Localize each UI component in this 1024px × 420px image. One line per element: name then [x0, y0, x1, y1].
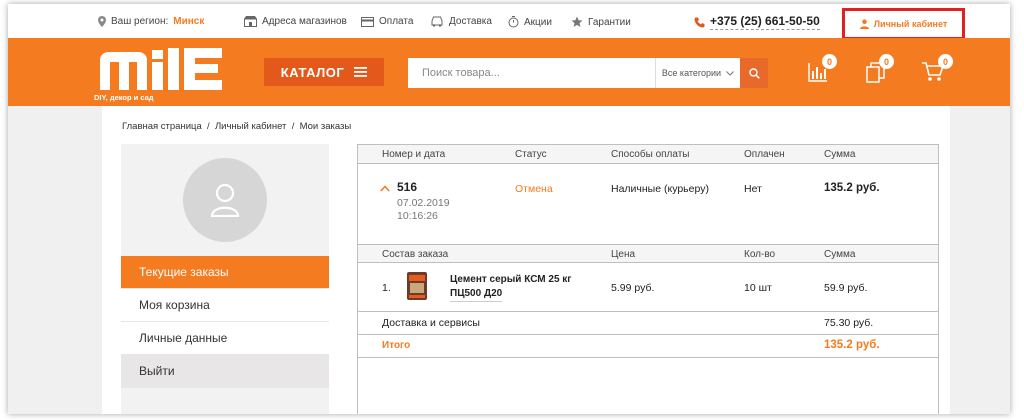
items-table-header: Состав заказа Цена Кол-во Сумма	[358, 244, 938, 263]
breadcrumb[interactable]: Главная страница / Личный кабинет / Мои …	[122, 121, 351, 132]
menu-item-personal-data[interactable]: Личные данные	[121, 322, 329, 355]
status-badge: Отмена	[515, 183, 553, 195]
user-silhouette-icon	[210, 183, 240, 217]
product-name-line2: ПЦ500 Д20	[450, 287, 503, 302]
account-link[interactable]: Личный кабинет	[842, 8, 965, 40]
search-bar: Все категории	[408, 58, 768, 88]
category-select-value: Все категории	[661, 68, 722, 78]
col-status: Статус	[515, 149, 547, 160]
favorites-button[interactable]: 0	[866, 54, 894, 88]
col-paid: Оплачен	[744, 149, 785, 160]
phone-number: +375 (25) 661-50-50	[710, 14, 820, 30]
order-toggle[interactable]	[380, 183, 390, 195]
order-number: 516	[397, 180, 418, 194]
user-icon	[859, 19, 869, 29]
search-icon	[748, 67, 760, 79]
col-number-date: Номер и дата	[382, 149, 446, 160]
product-link[interactable]: Цемент серый КСМ 25 кг ПЦ500 Д20	[450, 273, 571, 302]
page-frame: Ваш регион: Минск Адреса магазинов Оплат…	[8, 4, 1010, 414]
catalog-button-label: КАТАЛОГ	[280, 64, 345, 80]
chevron-up-icon	[380, 185, 390, 192]
payment-link[interactable]: Оплата	[361, 16, 413, 27]
account-menu: Текущие заказы Моя корзина Личные данные…	[121, 256, 329, 388]
order-sum: 135.2 руб.	[824, 182, 880, 194]
delivery-label: Доставка и сервисы	[382, 317, 480, 329]
table-row: 1. Цемент серый КСМ 25 кг ПЦ500 Д20 5.99…	[358, 264, 938, 311]
item-sum: 59.9 руб.	[824, 282, 868, 294]
phone-icon	[694, 17, 705, 27]
chevron-down-icon	[726, 70, 734, 76]
col-qty: Кол-во	[744, 249, 776, 260]
region-selector[interactable]: Ваш регион: Минск	[98, 16, 204, 27]
region-label: Ваш регион:	[111, 16, 169, 27]
stopwatch-icon	[508, 16, 519, 28]
col-price: Цена	[611, 249, 636, 260]
logo-subtitle: DIY, декор и сад	[94, 93, 154, 102]
compare-count-badge: 0	[822, 54, 837, 69]
stores-link[interactable]: Адреса магазинов	[244, 16, 347, 27]
paid-status: Нет	[744, 183, 762, 195]
location-pin-icon	[98, 16, 106, 27]
warranty-link[interactable]: Гарантии	[571, 16, 631, 28]
delivery-link-label: Доставка	[449, 16, 492, 27]
favorites-count-badge: 0	[879, 54, 894, 69]
menu-item-current-orders[interactable]: Текущие заказы	[121, 256, 329, 289]
delivery-row: Доставка и сервисы 75.30 руб.	[358, 312, 938, 334]
item-qty: 10 шт	[744, 282, 772, 294]
divider	[358, 357, 938, 358]
delivery-link[interactable]: Доставка	[430, 16, 492, 27]
compare-button[interactable]: 0	[808, 54, 837, 87]
category-select[interactable]: Все категории	[655, 58, 740, 88]
orders-table: Номер и дата Статус Способы оплаты Оплач…	[357, 144, 939, 414]
product-thumbnail[interactable]	[406, 271, 428, 304]
phone-link[interactable]: +375 (25) 661-50-50	[694, 14, 820, 30]
total-label: Итого	[382, 340, 411, 351]
order-time: 10:16:26	[397, 210, 438, 222]
cart-count-badge: 0	[938, 54, 953, 69]
catalog-button[interactable]: КАТАЛОГ	[264, 58, 384, 86]
col-items: Состав заказа	[382, 249, 449, 260]
cement-bag-icon	[407, 272, 427, 300]
delivery-sum: 75.30 руб.	[824, 317, 874, 329]
avatar	[183, 158, 267, 242]
store-icon	[244, 16, 257, 27]
order-date: 07.02.2019	[397, 197, 450, 209]
credit-card-icon	[361, 16, 374, 27]
order-row[interactable]: 516 07.02.2019 10:16:26 Отмена Наличные …	[358, 164, 938, 244]
region-city[interactable]: Минск	[173, 16, 204, 27]
total-sum: 135.2 руб.	[824, 339, 880, 351]
col-item-sum: Сумма	[824, 249, 856, 260]
left-gutter	[8, 106, 102, 414]
site-logo[interactable]	[98, 46, 248, 97]
item-price: 5.99 руб.	[611, 282, 655, 294]
promotions-link-label: Акции	[524, 16, 552, 28]
product-name-line1: Цемент серый КСМ 25 кг	[450, 274, 572, 285]
mile-logo-icon	[100, 48, 222, 90]
page-content: Главная страница / Личный кабинет / Мои …	[102, 106, 950, 414]
profile-sidebar: Текущие заказы Моя корзина Личные данные…	[121, 144, 329, 414]
menu-item-logout[interactable]: Выйти	[121, 355, 329, 388]
right-gutter	[950, 106, 1010, 414]
star-icon	[571, 16, 583, 27]
menu-item-cart[interactable]: Моя корзина	[121, 289, 329, 322]
payment-method: Наличные (курьеру)	[611, 183, 709, 195]
item-index: 1.	[382, 282, 391, 294]
hamburger-icon	[354, 67, 368, 77]
search-input[interactable]	[408, 58, 655, 88]
search-button[interactable]	[740, 58, 768, 88]
main-header: DIY, декор и сад КАТАЛОГ Все категории 0…	[8, 38, 1010, 106]
orders-table-header: Номер и дата Статус Способы оплаты Оплач…	[358, 145, 938, 164]
payment-link-label: Оплата	[379, 16, 414, 27]
warranty-link-label: Гарантии	[588, 16, 631, 28]
promotions-link[interactable]: Акции	[508, 16, 552, 28]
cart-button[interactable]: 0	[922, 54, 953, 87]
total-row: Итого 135.2 руб.	[358, 335, 938, 357]
col-sum: Сумма	[824, 149, 856, 160]
col-payment: Способы оплаты	[611, 149, 690, 160]
stores-link-label: Адреса магазинов	[262, 16, 347, 27]
account-link-label: Личный кабинет	[873, 19, 948, 29]
car-icon	[431, 16, 443, 27]
